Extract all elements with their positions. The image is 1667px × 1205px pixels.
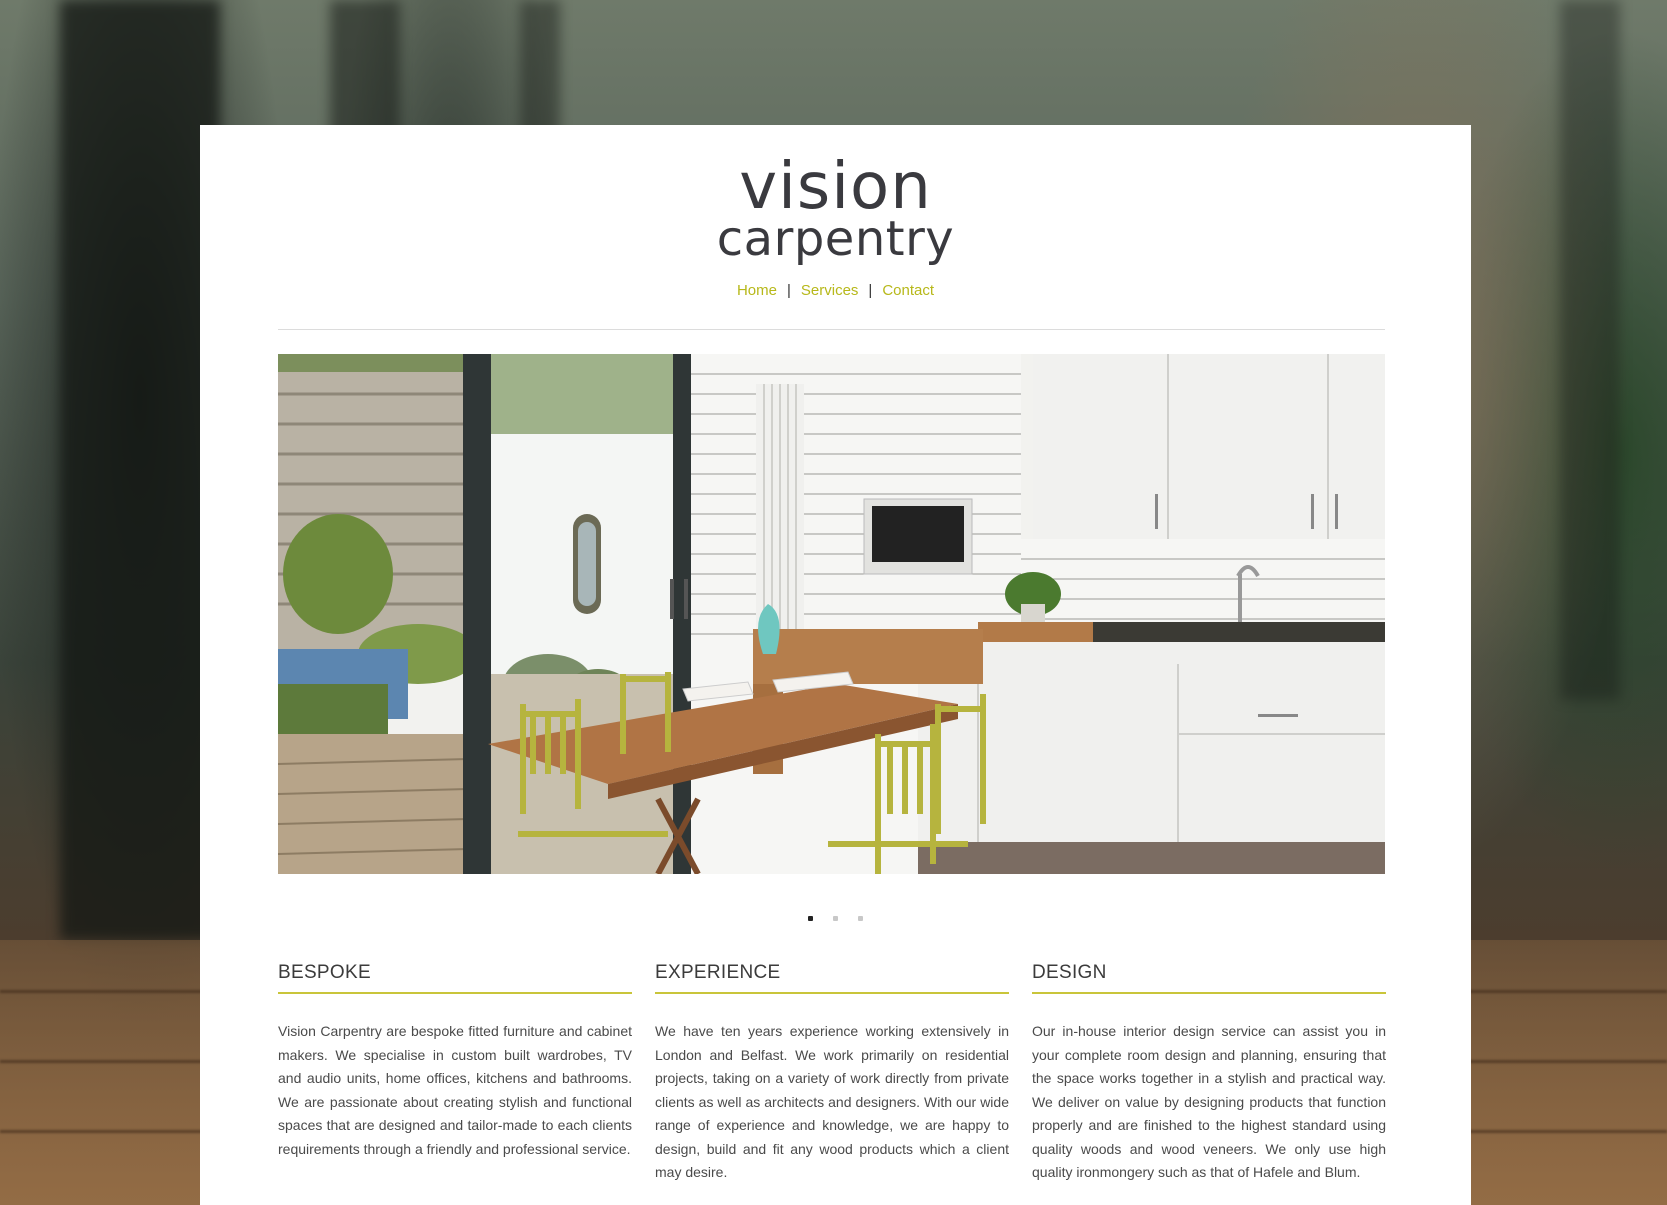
section-experience: EXPERIENCE We have ten years experience … <box>655 962 1009 1185</box>
logo-line-1: vision <box>739 150 932 224</box>
nav-services[interactable]: Services <box>801 282 859 299</box>
slider-dot-2[interactable] <box>833 916 838 921</box>
section-body: Our in-house interior design service can… <box>1032 1023 1386 1180</box>
header-divider <box>278 329 1385 330</box>
section-body: Vision Carpentry are bespoke fitted furn… <box>278 1023 632 1157</box>
section-body: We have ten years experience working ext… <box>655 1023 1009 1180</box>
nav-contact[interactable]: Contact <box>882 282 934 299</box>
section-design: DESIGN Our in-house interior design serv… <box>1032 962 1386 1185</box>
slider-dot-1[interactable] <box>808 916 813 921</box>
nav-separator: | <box>786 282 791 299</box>
section-bespoke: BESPOKE Vision Carpentry are bespoke fit… <box>278 962 632 1161</box>
site-logo[interactable]: vision carpentry <box>200 155 1471 263</box>
slider-pagination <box>200 908 1471 926</box>
slider-image-kitchen[interactable] <box>278 354 1385 874</box>
content-card: vision carpentry Home | Services | Contact <box>200 125 1471 1205</box>
section-heading: BESPOKE <box>278 962 632 994</box>
kitchen-photo <box>278 354 1385 874</box>
section-heading: EXPERIENCE <box>655 962 1009 994</box>
slider-dot-3[interactable] <box>858 916 863 921</box>
nav-home[interactable]: Home <box>737 282 777 299</box>
nav-separator: | <box>868 282 873 299</box>
logo-line-2: carpentry <box>716 211 955 267</box>
section-heading: DESIGN <box>1032 962 1386 994</box>
main-nav: Home | Services | Contact <box>200 282 1471 299</box>
